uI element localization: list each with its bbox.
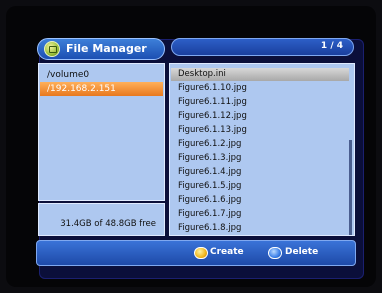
- file-list-item[interactable]: Figure6.1.10.jpg: [171, 82, 349, 95]
- blue-button-icon[interactable]: [268, 247, 282, 259]
- folder-app-icon: [44, 41, 60, 57]
- free-space-text: 31.4GB of 48.8GB free: [60, 219, 156, 229]
- file-list-item[interactable]: Figure6.1.11.jpg: [171, 96, 349, 109]
- file-list-item[interactable]: Figure6.1.4.jpg: [171, 166, 349, 179]
- app-title: File Manager: [66, 42, 147, 55]
- volume-item-volume0[interactable]: /volume0: [40, 68, 163, 82]
- volume-list: /volume0 /192.168.2.151: [38, 63, 165, 201]
- delete-button[interactable]: Delete: [285, 247, 318, 257]
- file-list-item[interactable]: Figure6.1.2.jpg: [171, 138, 349, 151]
- yellow-button-icon[interactable]: [194, 247, 208, 259]
- file-list-item[interactable]: Figure6.1.8.jpg: [171, 222, 349, 235]
- volume-item-network-share[interactable]: /192.168.2.151: [40, 82, 163, 96]
- file-list-item[interactable]: Desktop.ini: [171, 68, 349, 81]
- file-list-item[interactable]: Figure6.1.12.jpg: [171, 110, 349, 123]
- create-button[interactable]: Create: [210, 247, 244, 257]
- file-list-item[interactable]: Figure6.1.3.jpg: [171, 152, 349, 165]
- file-list-item[interactable]: Figure6.1.5.jpg: [171, 180, 349, 193]
- file-list-item[interactable]: Figure6.1.6.jpg: [171, 194, 349, 207]
- page-indicator-bar: 1 / 4: [171, 38, 354, 56]
- title-bar: File Manager: [37, 38, 165, 60]
- file-list: Desktop.ini Figure6.1.10.jpg Figure6.1.1…: [169, 63, 355, 236]
- free-space-panel: 31.4GB of 48.8GB free: [38, 203, 165, 236]
- page-indicator: 1 / 4: [320, 41, 343, 51]
- file-list-item[interactable]: Figure6.1.7.jpg: [171, 208, 349, 221]
- action-bar: Create Delete: [36, 240, 356, 266]
- file-list-item[interactable]: Figure6.1.13.jpg: [171, 124, 349, 137]
- file-list-scrollbar[interactable]: [349, 140, 352, 235]
